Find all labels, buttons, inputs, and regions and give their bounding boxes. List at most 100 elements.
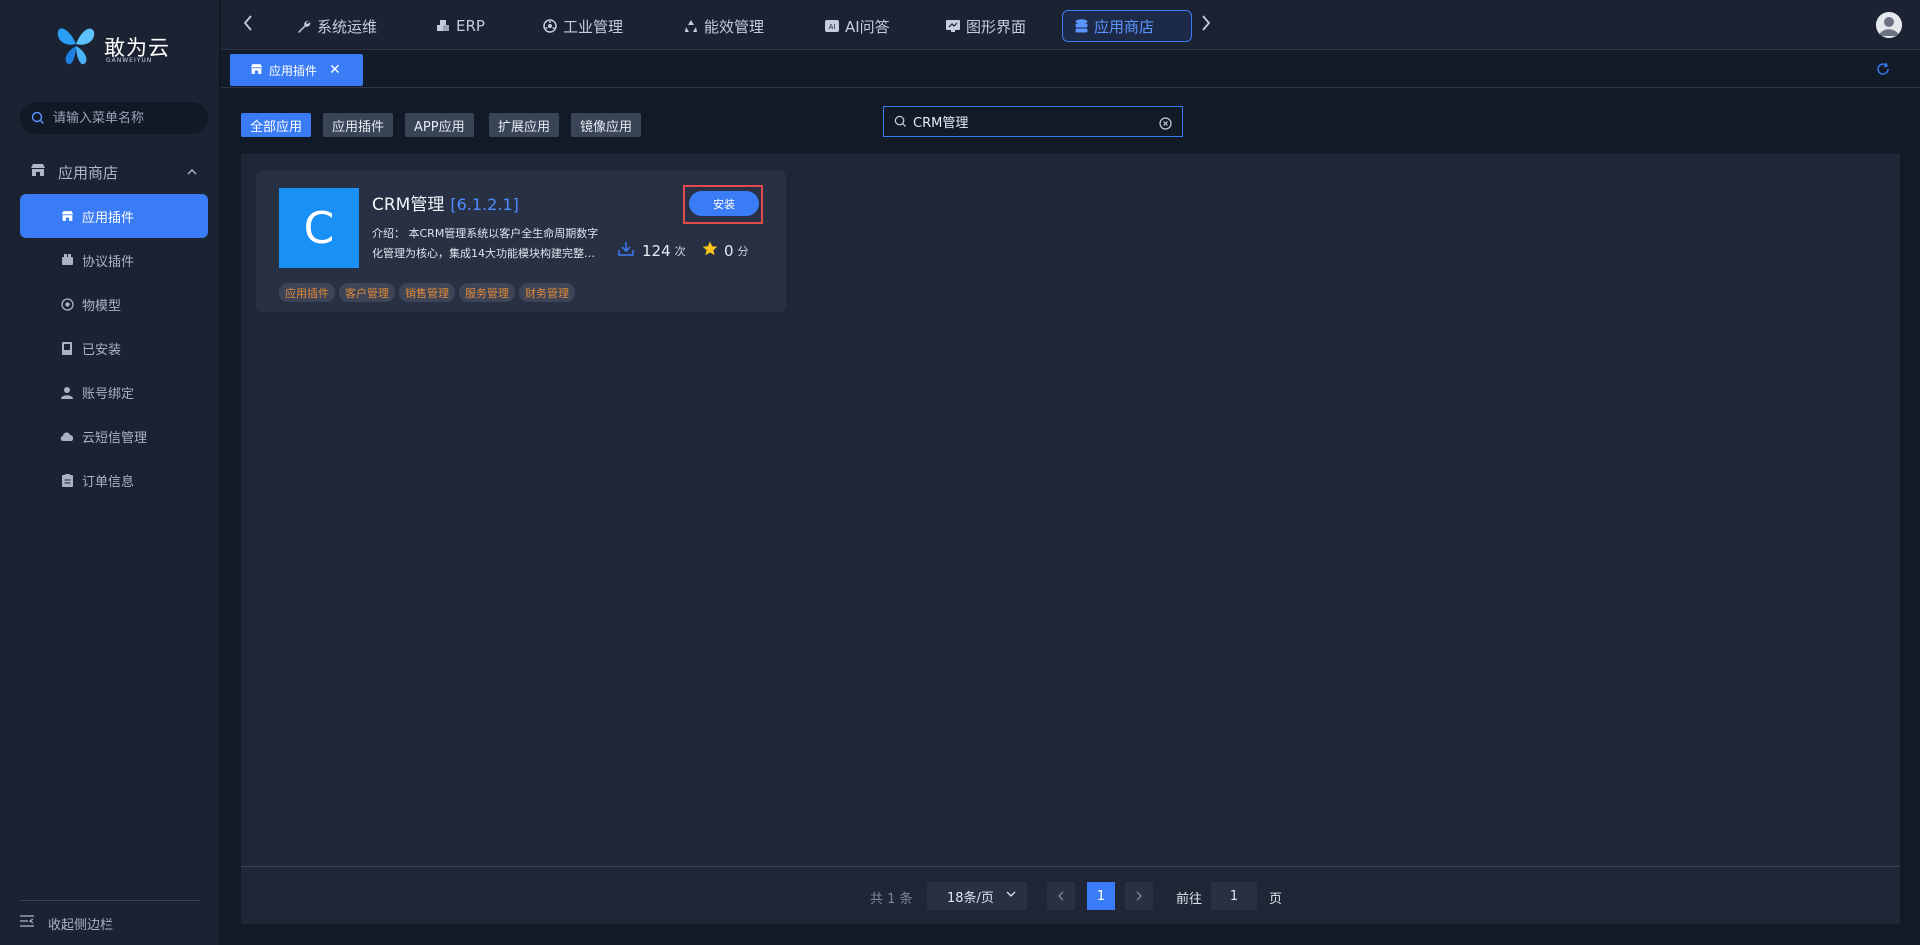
filter-all-apps[interactable]: 全部应用 bbox=[241, 113, 312, 137]
app-tag: 客户管理 bbox=[339, 283, 395, 302]
chevron-down-icon bbox=[1005, 888, 1017, 904]
page-unit-label: 页 bbox=[1269, 892, 1283, 907]
nav-item-label: ERP bbox=[456, 17, 485, 35]
nav-prev-icon[interactable] bbox=[243, 14, 253, 37]
nav-item-app-store[interactable]: 应用商店 bbox=[1062, 10, 1192, 42]
app-downloads: 124 次 bbox=[618, 241, 686, 260]
app-name: CRM管理 bbox=[372, 195, 445, 215]
model-icon bbox=[60, 297, 74, 311]
app-tags: 应用插件 客户管理 销售管理 服务管理 财务管理 bbox=[279, 283, 575, 302]
wrench-icon bbox=[297, 19, 311, 33]
install-highlight-frame: 安装 bbox=[683, 185, 763, 224]
filter-extension-apps[interactable]: 扩展应用 bbox=[489, 113, 560, 137]
sidebar-item-label: 应用插件 bbox=[82, 210, 135, 226]
filter-image-apps[interactable]: 镜像应用 bbox=[571, 113, 642, 137]
plugin-icon bbox=[60, 253, 74, 267]
chevron-right-icon bbox=[1136, 891, 1142, 901]
page-tab-label: 应用插件 bbox=[269, 63, 318, 78]
clear-search-icon[interactable] bbox=[1159, 115, 1172, 134]
sidebar-item-account-binding[interactable]: 账号绑定 bbox=[20, 370, 208, 414]
top-nav: 系统运维 ERP 工业管理 能效管理 AI AI问答 图形界面 应用商店 bbox=[221, 0, 1920, 50]
rating-score: 0 bbox=[724, 241, 734, 260]
search-icon bbox=[894, 115, 907, 128]
sidebar-item-cloud-sms[interactable]: 云短信管理 bbox=[20, 414, 208, 458]
pagination: 共 1 条 18条/页 1 前往 页 bbox=[241, 867, 1900, 924]
filter-app-apps[interactable]: APP应用 bbox=[405, 113, 474, 137]
nav-item-label: 系统运维 bbox=[317, 17, 378, 36]
database-icon bbox=[1075, 19, 1088, 33]
collapse-sidebar-button[interactable]: 收起侧边栏 bbox=[20, 900, 200, 945]
app-search[interactable] bbox=[883, 106, 1183, 137]
sidebar-item-label: 云短信管理 bbox=[82, 430, 148, 446]
gear-icon bbox=[543, 19, 557, 33]
sidebar-item-label: 物模型 bbox=[82, 298, 122, 314]
install-button[interactable]: 安装 bbox=[689, 191, 759, 216]
filter-app-plugins[interactable]: 应用插件 bbox=[323, 113, 394, 137]
nav-item-label: 图形界面 bbox=[966, 17, 1027, 36]
cloud-icon bbox=[60, 429, 74, 443]
user-icon bbox=[60, 385, 74, 399]
nav-next-icon[interactable] bbox=[1201, 14, 1211, 37]
nav-item-label: 应用商店 bbox=[1094, 17, 1155, 36]
store-icon bbox=[250, 63, 263, 78]
next-page-button[interactable] bbox=[1125, 882, 1153, 910]
chevron-left-icon bbox=[1058, 891, 1064, 901]
nav-item-ai-qa[interactable]: AI AI问答 bbox=[813, 10, 902, 42]
app-version: [6.1.2.1] bbox=[450, 195, 519, 214]
menu-search-input[interactable] bbox=[53, 110, 203, 126]
sidebar-item-label: 订单信息 bbox=[82, 474, 135, 490]
brand-logo[interactable]: 敢为云 GANWEIYUN bbox=[54, 22, 174, 72]
sidebar-item-installed[interactable]: 已安装 bbox=[20, 326, 208, 370]
app-list-panel: C CRM管理 [6.1.2.1] 介绍： 本CRM管理系统以客户全生命周期数字化… bbox=[241, 154, 1900, 924]
page-size-select[interactable]: 18条/页 bbox=[927, 882, 1027, 910]
nav-item-label: 能效管理 bbox=[704, 17, 765, 36]
goto-page-input[interactable] bbox=[1211, 882, 1257, 910]
search-icon bbox=[31, 111, 44, 124]
sidebar-item-label: 协议插件 bbox=[82, 254, 135, 270]
ai-icon: AI bbox=[825, 20, 839, 32]
menu-group-app-store[interactable]: 应用商店 bbox=[20, 158, 208, 186]
sidebar-item-app-plugins[interactable]: 应用插件 bbox=[20, 194, 208, 238]
app-logo: C bbox=[279, 188, 359, 268]
app-card[interactable]: C CRM管理 [6.1.2.1] 介绍： 本CRM管理系统以客户全生命周期数字化… bbox=[256, 171, 786, 312]
nav-item-system-ops[interactable]: 系统运维 bbox=[285, 10, 389, 42]
download-unit: 次 bbox=[674, 244, 686, 258]
sidebar-item-thing-model[interactable]: 物模型 bbox=[20, 282, 208, 326]
cubes-icon bbox=[436, 19, 450, 33]
nav-item-energy[interactable]: 能效管理 bbox=[672, 10, 776, 42]
svg-text:AI: AI bbox=[829, 23, 836, 31]
page-number-current[interactable]: 1 bbox=[1087, 882, 1115, 910]
sidebar-item-label: 已安装 bbox=[82, 342, 122, 358]
avatar-icon bbox=[1876, 12, 1902, 38]
nav-item-label: AI问答 bbox=[845, 17, 890, 36]
menu-group-label: 应用商店 bbox=[58, 163, 119, 182]
sidebar-item-orders[interactable]: 订单信息 bbox=[20, 458, 208, 502]
sidebar: 敢为云 GANWEIYUN 应用商店 应用插件 协议插件 物模型 bbox=[0, 0, 220, 945]
close-icon[interactable]: ✕ bbox=[329, 62, 341, 78]
sidebar-item-label: 账号绑定 bbox=[82, 386, 135, 402]
user-avatar[interactable] bbox=[1876, 12, 1902, 38]
rating-unit: 分 bbox=[737, 244, 749, 258]
goto-label: 前往 bbox=[1176, 892, 1203, 907]
download-count: 124 bbox=[642, 241, 671, 260]
download-icon bbox=[618, 241, 634, 260]
installed-icon bbox=[60, 341, 74, 355]
page-size-value: 18条/页 bbox=[947, 890, 994, 906]
nav-item-label: 工业管理 bbox=[563, 17, 624, 36]
nav-item-erp[interactable]: ERP bbox=[424, 10, 497, 42]
sidebar-item-protocol-plugins[interactable]: 协议插件 bbox=[20, 238, 208, 282]
page-tab-app-plugins[interactable]: 应用插件 ✕ bbox=[230, 54, 363, 86]
refresh-icon[interactable] bbox=[1876, 61, 1890, 80]
star-icon bbox=[702, 241, 718, 260]
clipboard-icon bbox=[60, 473, 74, 487]
pagination-total: 共 1 条 bbox=[870, 892, 913, 907]
monitor-icon bbox=[946, 19, 960, 33]
app-search-input[interactable] bbox=[913, 114, 1153, 129]
nav-item-industrial[interactable]: 工业管理 bbox=[531, 10, 635, 42]
menu-search[interactable] bbox=[20, 102, 208, 134]
store-icon bbox=[60, 209, 74, 223]
brand-subtitle: GANWEIYUN bbox=[106, 57, 153, 64]
nav-item-graphics[interactable]: 图形界面 bbox=[934, 10, 1038, 42]
prev-page-button[interactable] bbox=[1047, 882, 1075, 910]
app-description: 介绍： 本CRM管理系统以客户全生命周期数字化管理为核心，集成14大功能模块构建… bbox=[372, 227, 599, 260]
